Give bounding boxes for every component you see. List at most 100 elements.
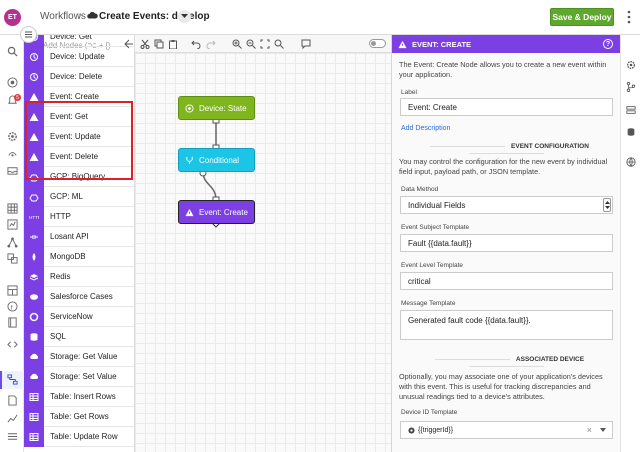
event-icon — [185, 208, 194, 216]
palette-item[interactable]: Device: Get — [24, 35, 134, 47]
device-id-value: {{triggerId}} — [418, 426, 454, 434]
book-icon[interactable] — [7, 317, 18, 328]
more-icon[interactable] — [624, 10, 634, 24]
palette-item[interactable]: Event: Delete — [24, 146, 134, 167]
palette-item[interactable]: Storage: Get Value — [24, 346, 134, 367]
node-list: Device: Get Device: Update Device: Delete E… — [24, 35, 134, 447]
palette-item[interactable]: HTTP HTTP — [24, 206, 134, 227]
help-icon[interactable]: ? — [603, 39, 613, 49]
storage-icon — [24, 366, 44, 387]
cut-icon[interactable] — [140, 39, 150, 49]
label-input[interactable]: Event: Create — [400, 98, 613, 116]
palette-item-label: Salesforce Cases — [50, 292, 113, 301]
palette-item[interactable]: Redis — [24, 266, 134, 287]
salesforce-icon — [24, 286, 44, 307]
palette-item[interactable]: Device: Update — [24, 46, 134, 67]
menu-toggle-button[interactable] — [20, 26, 37, 43]
palette-item[interactable]: Event: Update — [24, 126, 134, 147]
subject-template-input[interactable]: Fault {{data.fault}} — [400, 234, 613, 252]
palette-item[interactable]: GCP: ML — [24, 186, 134, 207]
palette-item[interactable]: MongoDB — [24, 246, 134, 267]
device-icon — [24, 46, 44, 67]
chart-icon[interactable] — [7, 413, 18, 424]
workflow-node-event-create[interactable]: Event: Create — [178, 200, 255, 224]
inbox-icon[interactable] — [7, 165, 18, 176]
chevron-down-icon[interactable] — [178, 10, 191, 23]
target-icon[interactable] — [7, 77, 18, 88]
event-icon — [24, 126, 44, 147]
paste-icon[interactable] — [168, 39, 178, 49]
layers-icon[interactable] — [7, 253, 18, 264]
palette-item[interactable]: ServiceNow — [24, 306, 134, 327]
palette-item[interactable]: Table: Insert Rows — [24, 386, 134, 407]
comment-icon[interactable] — [301, 39, 311, 49]
palette-item[interactable]: SQL — [24, 326, 134, 347]
zoom-out-icon[interactable] — [246, 39, 256, 49]
level-template-input[interactable]: critical — [400, 272, 613, 290]
event-config-section-title: EVENT CONFIGURATION — [400, 143, 613, 157]
palette-item-label: Device: Delete — [50, 72, 103, 81]
clear-icon[interactable]: × — [587, 425, 592, 435]
palette-item[interactable]: Table: Get Rows — [24, 406, 134, 427]
data-method-select[interactable]: Individual Fields — [400, 196, 613, 214]
function-icon[interactable]: f — [7, 301, 18, 312]
palette-item[interactable]: Device: Delete — [24, 66, 134, 87]
fit-icon[interactable] — [260, 39, 270, 49]
code-icon[interactable] — [7, 339, 18, 350]
event-icon — [24, 86, 44, 107]
panel-title: EVENT: CREATE — [412, 39, 472, 49]
add-description-link[interactable]: Add Description — [401, 125, 450, 132]
redo-icon[interactable] — [206, 39, 216, 49]
save-deploy-button[interactable]: Save & Deploy — [550, 8, 614, 26]
branch-icon[interactable] — [626, 82, 636, 92]
redis-icon — [24, 266, 44, 287]
search-icon[interactable] — [7, 46, 18, 57]
event-icon — [398, 40, 407, 48]
grid-icon[interactable] — [7, 203, 18, 214]
palette-item[interactable]: Losant API — [24, 226, 134, 247]
data-icon[interactable] — [7, 219, 18, 230]
workflow-node-device-state[interactable]: Device: State — [178, 96, 255, 120]
palette-item[interactable]: GCP: BigQuery — [24, 166, 134, 187]
workflow-canvas[interactable] — [135, 53, 391, 452]
debug-toggle[interactable] — [369, 39, 386, 48]
undo-icon[interactable] — [191, 39, 201, 49]
message-template-textarea[interactable]: Generated fault code {{data.fault}}. — [400, 310, 613, 340]
collapse-left-icon[interactable] — [123, 39, 133, 49]
storage-icon[interactable] — [626, 105, 636, 115]
gear-icon[interactable] — [7, 131, 18, 142]
file-icon[interactable] — [7, 395, 18, 406]
palette-item-label: Table: Update Row — [50, 432, 118, 441]
workflow-node-conditional[interactable]: Conditional — [178, 148, 255, 172]
palette-item[interactable]: Event: Get — [24, 106, 134, 127]
device-id-template-select[interactable]: {{triggerId}} × — [400, 421, 613, 439]
palette-item[interactable]: Salesforce Cases — [24, 286, 134, 307]
right-side-rail — [620, 35, 640, 452]
copy-icon[interactable] — [154, 39, 164, 49]
dashboard-icon[interactable] — [7, 285, 18, 296]
network-icon[interactable] — [7, 237, 18, 248]
gear-icon[interactable] — [626, 60, 636, 70]
palette-item-label: Storage: Set Value — [50, 372, 117, 381]
zoom-reset-icon[interactable] — [274, 39, 284, 49]
api-icon — [24, 226, 44, 247]
palette-item[interactable]: Storage: Set Value — [24, 366, 134, 387]
palette-item[interactable]: Event: Create — [24, 86, 134, 107]
signal-icon[interactable] — [7, 148, 18, 159]
device-icon — [185, 103, 194, 113]
zoom-in-icon[interactable] — [232, 39, 242, 49]
node-label: Conditional — [199, 155, 240, 165]
avatar[interactable]: ET — [4, 9, 21, 26]
palette-item-label: MongoDB — [50, 252, 86, 261]
level-template-label: Event Level Template — [401, 262, 464, 269]
workflow-icon[interactable] — [7, 374, 18, 385]
palette-item-label: Device: Update — [50, 52, 105, 61]
palette-item[interactable]: Table: Update Row — [24, 426, 134, 447]
palette-item-label: Redis — [50, 272, 71, 281]
globe-icon[interactable] — [626, 157, 636, 167]
chevron-down-icon[interactable] — [600, 428, 606, 432]
svg-text:HTTP: HTTP — [29, 215, 39, 220]
database-icon[interactable] — [626, 127, 636, 137]
list-icon[interactable] — [7, 431, 18, 442]
svg-text:f: f — [11, 304, 13, 311]
